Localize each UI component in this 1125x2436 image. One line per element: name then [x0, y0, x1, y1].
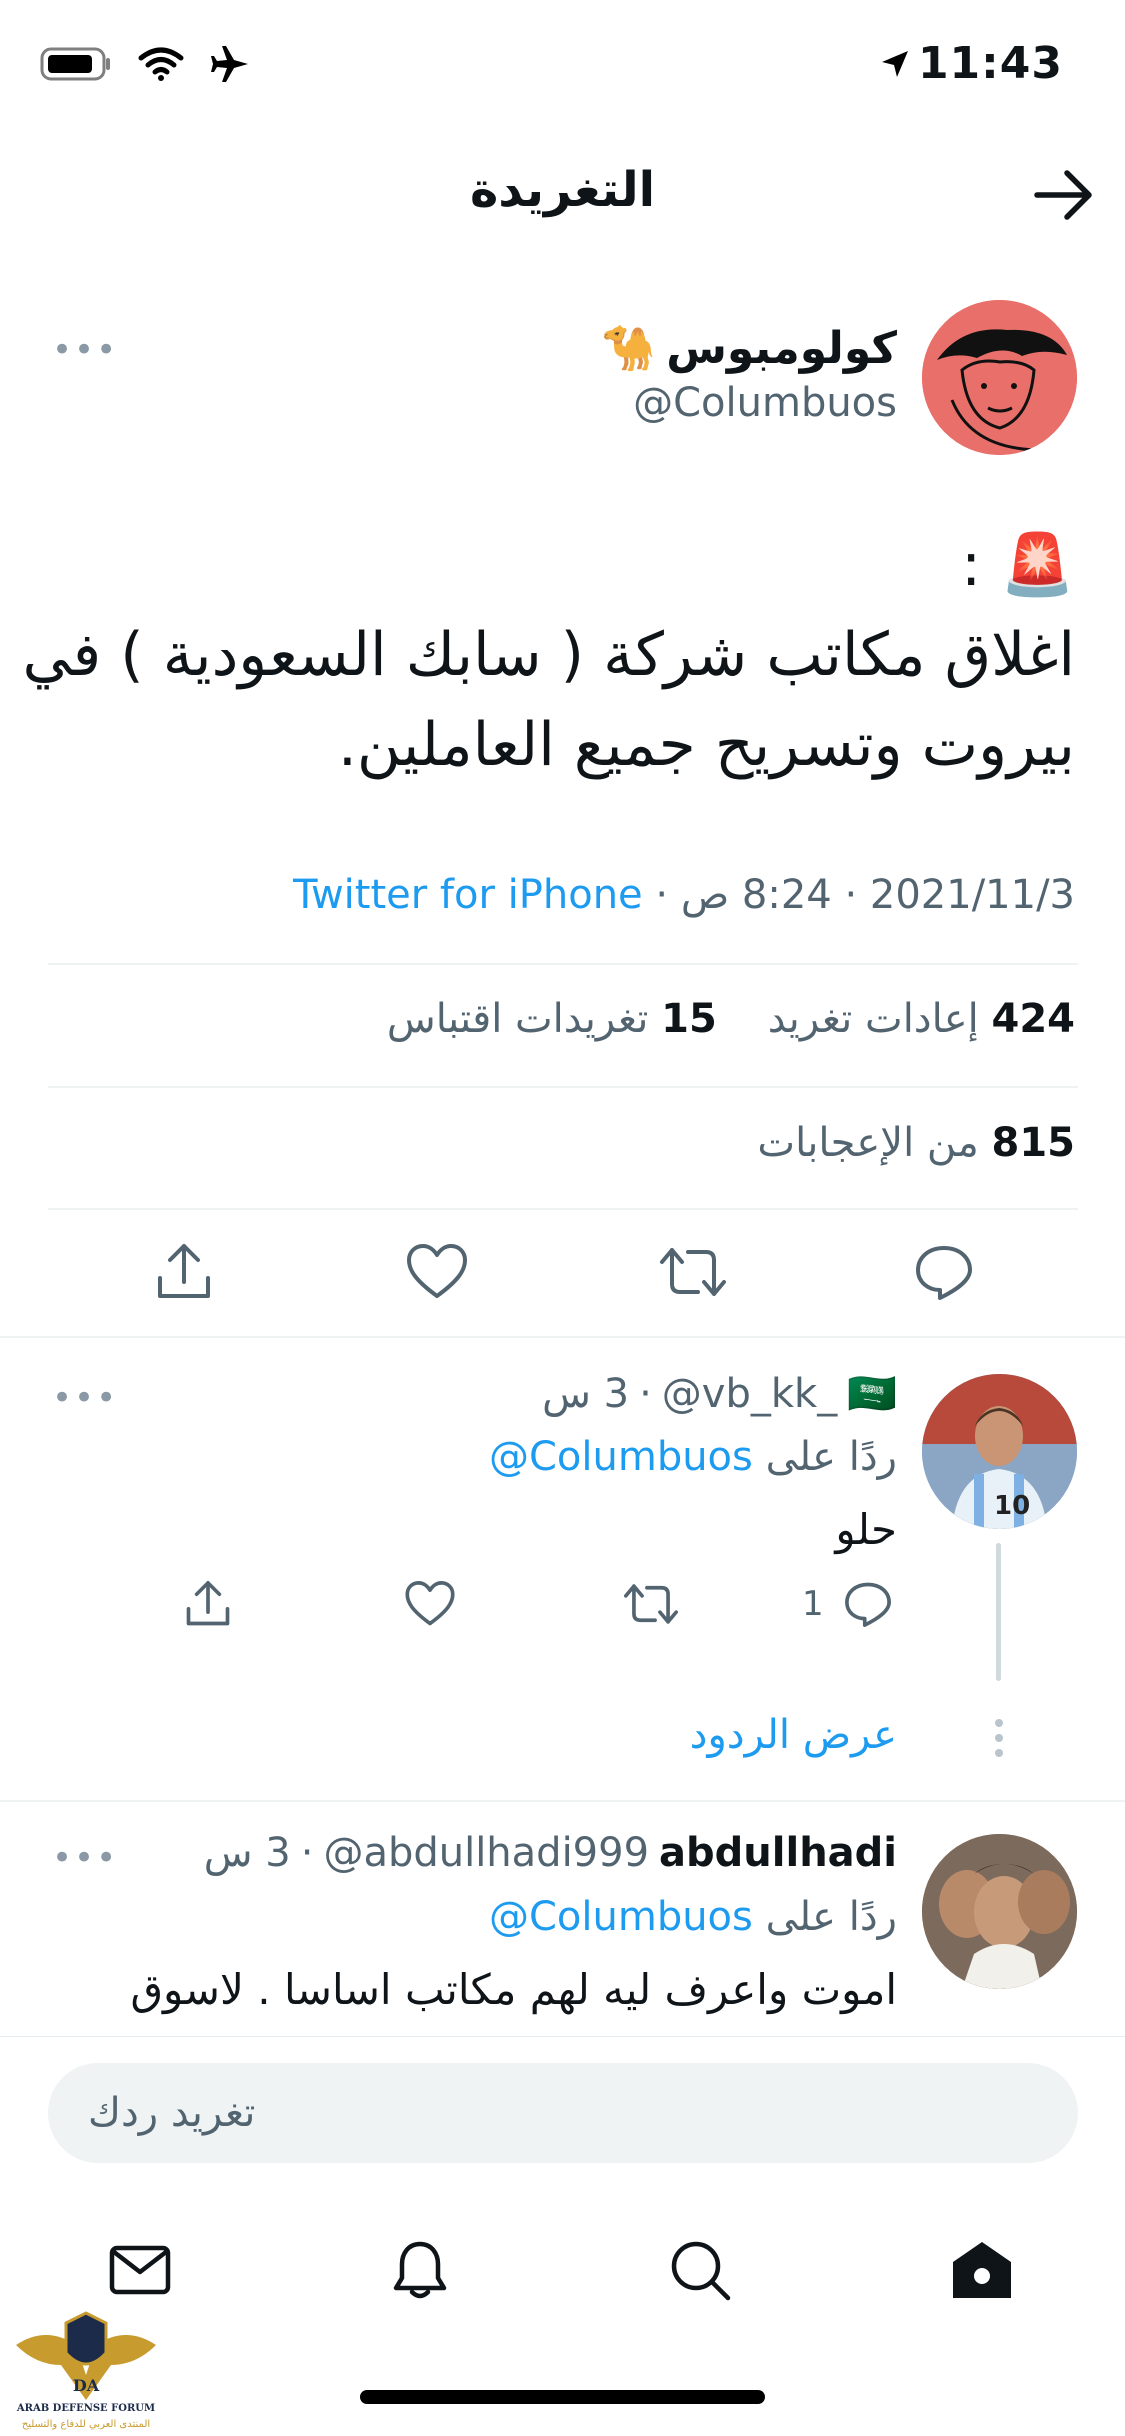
- reply-age: 3 س: [542, 1370, 630, 1417]
- reply-avatar[interactable]: 10: [922, 1374, 1077, 1529]
- reply-button[interactable]: 1: [802, 1578, 894, 1630]
- tweet-source-link[interactable]: Twitter for iPhone: [293, 872, 643, 918]
- svg-text:ARAB DEFENSE FORUM: ARAB DEFENSE FORUM: [16, 2403, 155, 2414]
- reply-text: حلو: [835, 1505, 897, 1554]
- show-replies-link[interactable]: عرض الردود: [690, 1712, 897, 1758]
- svg-text:10: 10: [994, 1491, 1030, 1521]
- thread-line: [996, 1543, 1001, 1681]
- reply-count: 1: [802, 1584, 824, 1624]
- reply-avatar[interactable]: [922, 1834, 1077, 1989]
- reply-input-placeholder: تغريد ردك: [88, 2090, 256, 2136]
- like-button[interactable]: [404, 1578, 456, 1634]
- quotes-count: 15: [661, 996, 717, 1042]
- reply-text: اموت واعرف ليه لهم مكاتب اساسا . لاسوق: [130, 1965, 897, 2014]
- arrow-right-icon: [1034, 170, 1092, 220]
- more-options-icon[interactable]: •••: [52, 1378, 118, 1418]
- retweet-icon: [623, 1584, 679, 1624]
- likes-label: من الإعجابات: [757, 1120, 979, 1166]
- share-button[interactable]: [182, 1578, 234, 1634]
- battery-icon: [40, 47, 110, 81]
- reply-header[interactable]: 🇸🇦 @vb_kk_ · 3 س: [542, 1370, 897, 1418]
- status-time: 11:43: [880, 38, 1063, 89]
- replying-to-label: ردًا على: [765, 1434, 897, 1480]
- section-divider: [0, 1800, 1125, 1802]
- retweet-button[interactable]: [622, 1578, 680, 1634]
- tab-search[interactable]: [660, 2230, 740, 2310]
- likes-count: 815: [991, 1120, 1076, 1166]
- author-name: كولومبوس: [666, 322, 897, 374]
- reply-author-name: abdullhadi: [659, 1830, 897, 1876]
- clock-text: 11:43: [917, 38, 1063, 89]
- more-options-icon[interactable]: •••: [52, 1838, 118, 1878]
- likes-stats[interactable]: 815 من الإعجابات: [757, 1120, 1075, 1166]
- svg-text:المنتدى العربي للدفاع والتسليح: المنتدى العربي للدفاع والتسليح: [22, 2419, 150, 2430]
- back-button[interactable]: [1031, 165, 1097, 229]
- divider: [48, 963, 1078, 965]
- heart-icon: [407, 1244, 467, 1298]
- camel-emoji: 🐪: [601, 323, 657, 374]
- tab-home[interactable]: [942, 2230, 1022, 2310]
- home-icon: [953, 2242, 1011, 2298]
- mention-link[interactable]: @Columbuos: [489, 1434, 753, 1480]
- retweets-count: 424: [991, 996, 1076, 1042]
- more-options-icon[interactable]: •••: [52, 330, 118, 370]
- tweet-time: 8:24 ص: [680, 872, 832, 918]
- replying-to-label: ردًا على: [765, 1894, 897, 1940]
- divider: [48, 1208, 1078, 1210]
- quotes-label: تغريدات اقتباس: [386, 996, 649, 1042]
- share-button[interactable]: [152, 1240, 216, 1308]
- airplane-icon: [211, 46, 248, 82]
- saudi-flag: 🇸🇦: [847, 1371, 897, 1417]
- mail-icon: [109, 2245, 171, 2295]
- forum-watermark-logo: DA ARAB DEFENSE FORUM المنتدى العربي للد…: [6, 2305, 166, 2433]
- reply-input[interactable]: تغريد ردك: [48, 2063, 1078, 2163]
- author-name-row[interactable]: كولومبوس 🐪: [601, 322, 897, 375]
- status-icons: [40, 44, 250, 84]
- wifi-icon: [138, 47, 184, 81]
- retweets-label: إعادات تغريد: [767, 996, 979, 1042]
- tweet-text: 🚨 : اغلاق مكاتب شركة ( سابك السعودية ) ف…: [22, 520, 1075, 790]
- retweet-button[interactable]: [658, 1240, 728, 1308]
- vertical-dots-icon: [991, 1718, 1007, 1762]
- page-title: التغريدة: [469, 162, 656, 218]
- tweet-actions: [0, 1240, 1125, 1312]
- retweet-icon: [660, 1248, 726, 1296]
- svg-text:DA: DA: [73, 2376, 100, 2395]
- replying-to: ردًا على @Columbuos: [489, 1894, 897, 1940]
- tweet-text-line: اغلاق مكاتب شركة ( سابك السعودية ) في: [22, 620, 1075, 690]
- author-handle: @Columbuos: [633, 380, 897, 426]
- heart-icon: [405, 1581, 455, 1626]
- author-avatar[interactable]: [922, 300, 1077, 455]
- share-icon: [186, 1581, 230, 1626]
- avatar-photo: [922, 1834, 1077, 1989]
- home-indicator: [360, 2390, 765, 2404]
- reply-handle: @abdullhadi999: [323, 1830, 650, 1876]
- tweet-text-line: 🚨 :: [961, 530, 1075, 600]
- section-divider: [0, 1336, 1125, 1338]
- tab-notifications[interactable]: [380, 2230, 460, 2310]
- mention-link[interactable]: @Columbuos: [489, 1894, 753, 1940]
- reply-icon: [844, 1582, 891, 1627]
- tweet-date: 2021/11/3: [869, 872, 1075, 918]
- location-arrow-icon: [881, 50, 908, 77]
- tab-messages[interactable]: [100, 2230, 180, 2310]
- retweet-stats[interactable]: 424 إعادات تغريد 15 تغريدات اقتباس: [387, 996, 1075, 1042]
- reply-age: 3 س: [203, 1830, 291, 1876]
- tweet-text-line: بيروت وتسريح جميع العاملين.: [337, 710, 1075, 780]
- reply-button[interactable]: [912, 1240, 976, 1308]
- reply-handle: @vb_kk_: [661, 1370, 838, 1417]
- tweet-meta: 2021/11/3 · 8:24 ص · Twitter for iPhone: [293, 872, 1075, 918]
- replying-to: ردًا على @Columbuos: [489, 1434, 897, 1480]
- reply-icon: [916, 1246, 972, 1300]
- avatar-illustration: [922, 300, 1077, 455]
- search-icon: [671, 2241, 731, 2301]
- reply-header[interactable]: abdullhadi @abdullhadi999 · 3 س: [204, 1830, 897, 1876]
- divider: [48, 1086, 1078, 1088]
- like-button[interactable]: [405, 1240, 469, 1308]
- avatar-photo: 10: [922, 1374, 1077, 1529]
- bell-icon: [393, 2241, 447, 2299]
- share-icon: [158, 1244, 210, 1298]
